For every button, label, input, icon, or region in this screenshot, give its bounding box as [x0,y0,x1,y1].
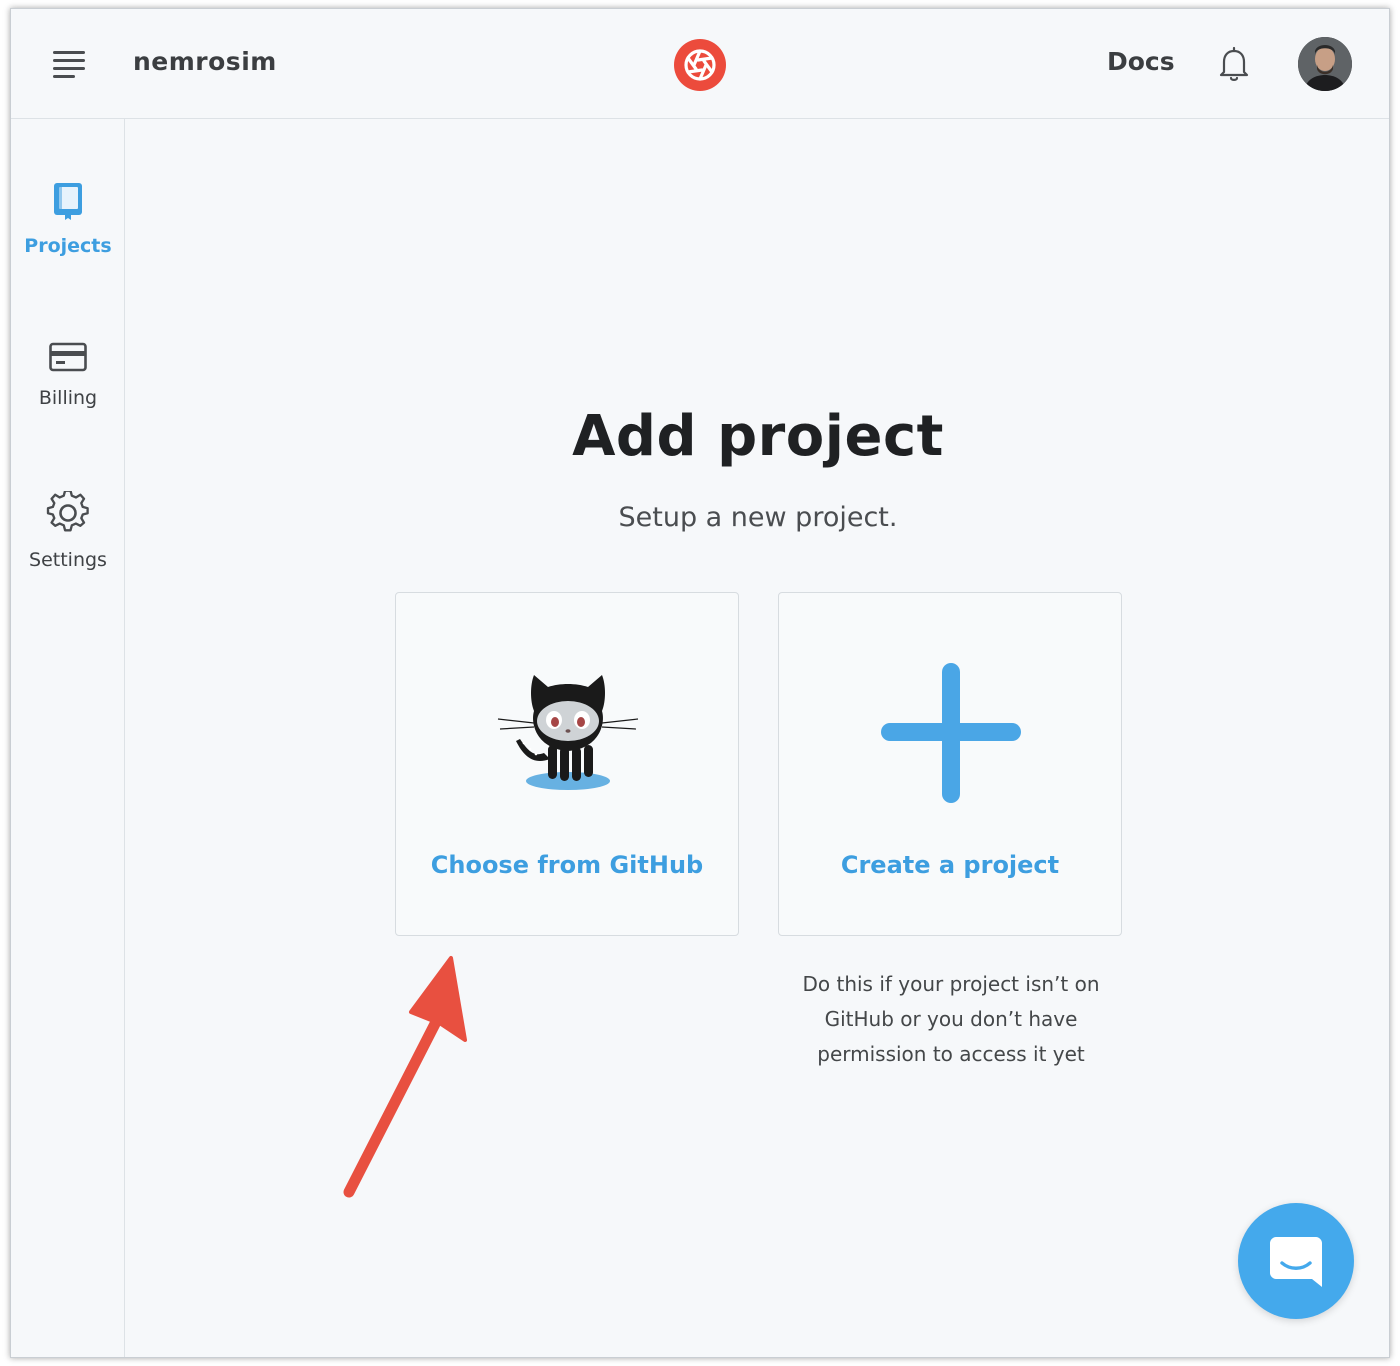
sidebar: Projects Billing Settings [11,119,125,1357]
choose-from-github-label: Choose from GitHub [430,851,704,879]
github-octocat-icon [497,675,639,790]
page-subtitle: Setup a new project. [618,502,898,533]
book-icon [54,183,82,220]
sidebar-item-settings[interactable]: Settings [11,491,125,571]
bell-icon[interactable] [1216,45,1252,83]
create-project-card[interactable]: Create a project [778,592,1122,936]
sidebar-item-label: Billing [38,387,98,409]
chat-bubble-icon [1270,1237,1322,1287]
helper-line: Do this if your project isn’t on [802,972,1100,996]
create-project-helper-text: Do this if your project isn’t on GitHub … [779,967,1123,1072]
gear-icon [46,491,89,532]
app-logo-icon[interactable] [674,39,726,91]
chat-launcher-button[interactable] [1238,1203,1354,1319]
sidebar-item-label: Settings [29,549,107,571]
docs-link[interactable]: Docs [1107,47,1175,76]
helper-line: GitHub or you don’t have [824,1007,1078,1031]
page-title: Add project [572,404,944,469]
credit-card-icon [49,342,87,372]
org-name[interactable]: nemrosim [133,47,277,76]
annotation-arrow [343,956,467,1198]
hamburger-menu-icon[interactable] [53,49,87,79]
sidebar-item-label: Projects [24,235,112,257]
plus-icon [881,663,1021,803]
choose-from-github-card[interactable]: Choose from GitHub [395,592,739,936]
user-avatar[interactable] [1298,37,1352,91]
app-window: nemrosim Docs Projects Billing Settings … [10,8,1390,1358]
sidebar-item-billing[interactable]: Billing [11,341,125,409]
sidebar-item-projects[interactable]: Projects [11,181,125,257]
top-bar: nemrosim Docs [11,9,1389,119]
create-project-label: Create a project [840,851,1060,879]
helper-line: permission to access it yet [817,1042,1085,1066]
